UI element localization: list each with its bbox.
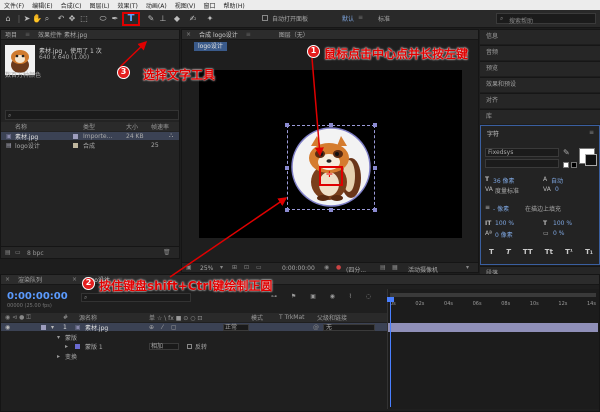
annotation-text-1: 鼠标点击中心点并长按左键 — [324, 47, 469, 61]
annotation-text-3: 选择文字工具 — [143, 68, 216, 82]
annotation-number-3: 3 — [117, 66, 130, 79]
annotation-number-2: 2 — [82, 277, 95, 290]
annotation-text-2: 按住键盘shift+Ctrl键绘制正圆 — [99, 279, 273, 293]
annotation-arrows — [119, 40, 324, 278]
annotation-number-1: 1 — [307, 45, 320, 58]
